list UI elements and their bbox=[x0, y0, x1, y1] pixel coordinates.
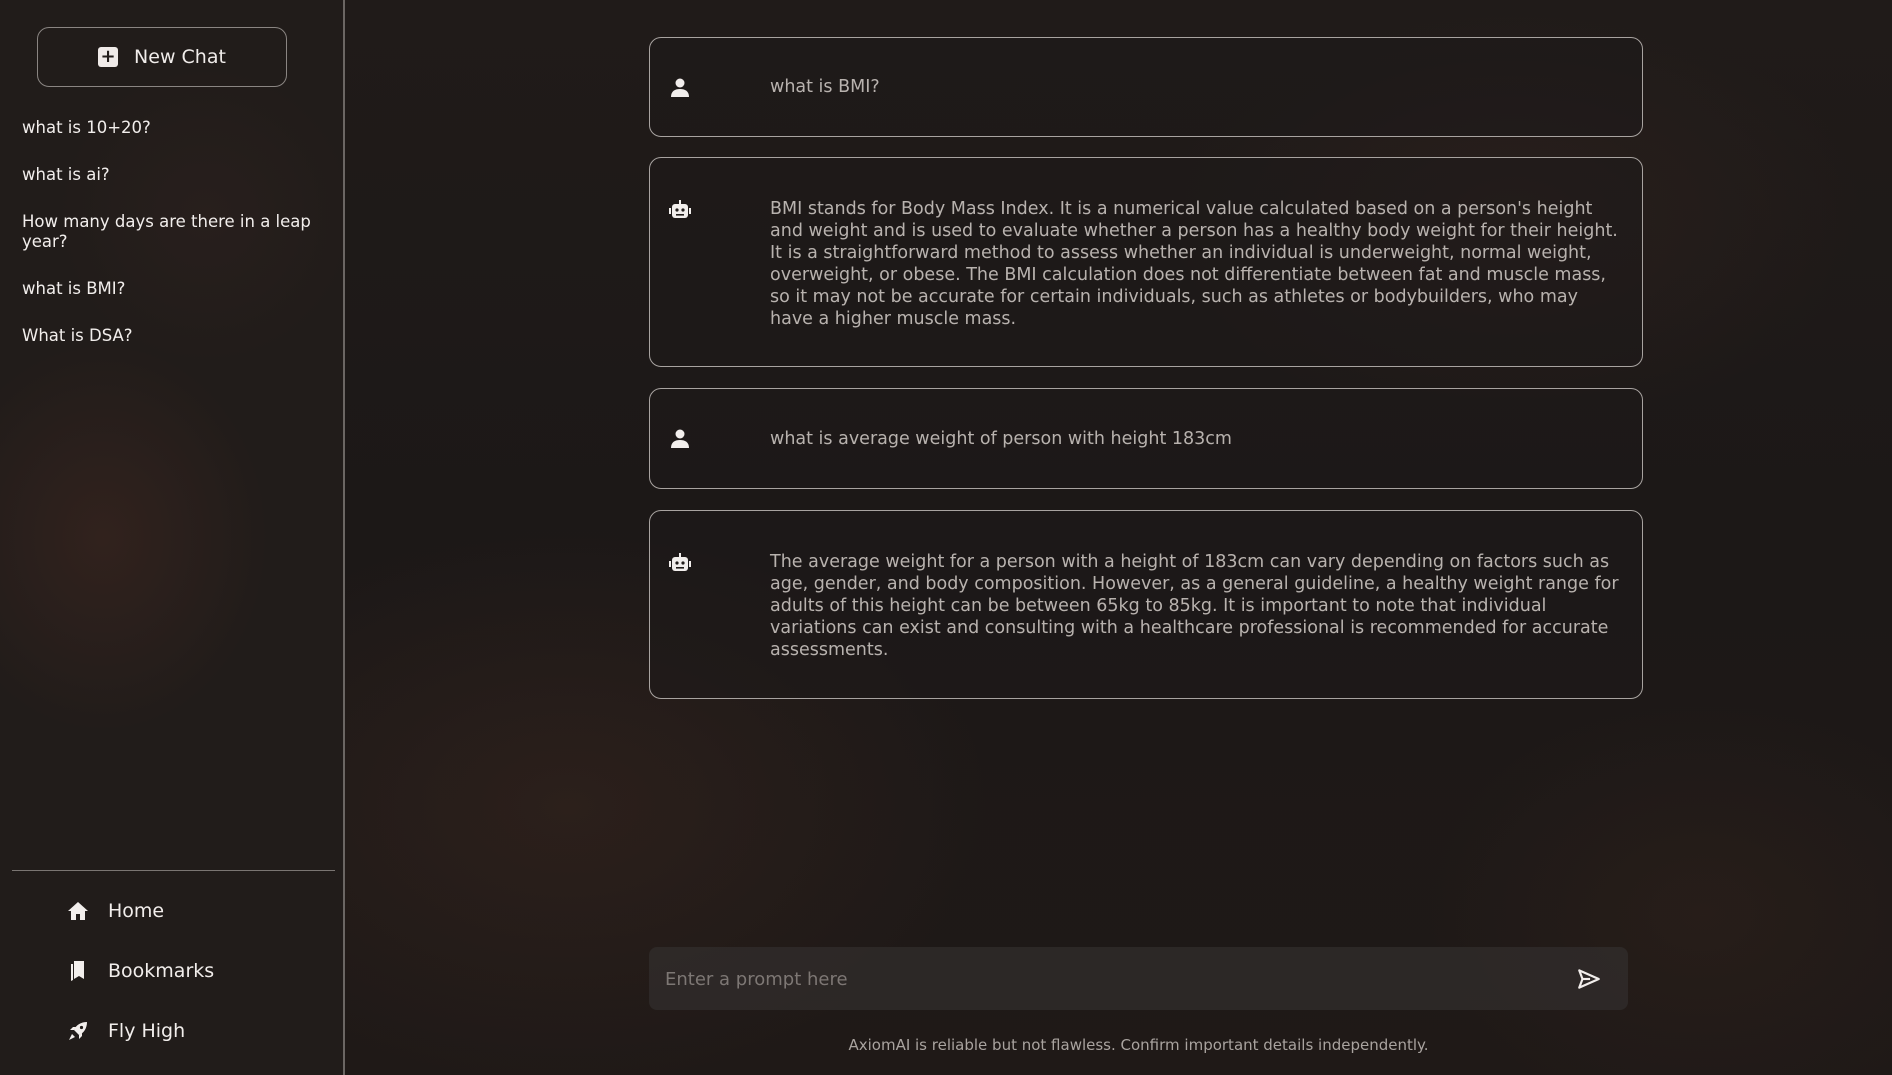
history-item[interactable]: what is ai? bbox=[22, 165, 322, 185]
prompt-bar bbox=[649, 947, 1628, 1012]
user-message: what is BMI? bbox=[649, 37, 1643, 137]
nav-home[interactable]: Home bbox=[66, 899, 164, 923]
bot-message: BMI stands for Body Mass Index. It is a … bbox=[649, 157, 1643, 367]
history-item[interactable]: How many days are there in a leap year? bbox=[22, 212, 322, 252]
nav-fly-high-label: Fly High bbox=[108, 1020, 186, 1042]
prompt-input[interactable] bbox=[663, 947, 1547, 1012]
disclaimer-text: AxiomAI is reliable but not flawless. Co… bbox=[848, 1036, 1429, 1054]
home-icon bbox=[68, 902, 88, 920]
message-text: The average weight for a person with a h… bbox=[770, 552, 1619, 660]
send-icon[interactable] bbox=[1576, 966, 1602, 992]
new-chat-label: New Chat bbox=[134, 46, 226, 68]
nav-home-label: Home bbox=[108, 900, 165, 922]
nav-bookmarks[interactable]: Bookmarks bbox=[66, 959, 214, 983]
history-item[interactable]: what is BMI? bbox=[22, 279, 322, 299]
plus-icon: + bbox=[98, 47, 119, 67]
history-item[interactable]: What is DSA? bbox=[22, 326, 322, 346]
history-item[interactable]: what is 10+20? bbox=[22, 118, 322, 138]
robot-icon bbox=[669, 200, 691, 218]
app-window: + New Chat what is 10+20? what is ai? Ho… bbox=[0, 0, 1892, 1075]
sidebar: + New Chat what is 10+20? what is ai? Ho… bbox=[0, 0, 345, 1075]
message-text: what is BMI? bbox=[770, 77, 880, 97]
chat-history-list: what is 10+20? what is ai? How many days… bbox=[22, 118, 322, 373]
user-icon bbox=[671, 429, 689, 448]
nav-fly-high[interactable]: Fly High bbox=[66, 1019, 185, 1043]
new-chat-button[interactable]: + New Chat bbox=[37, 27, 287, 87]
message-text: BMI stands for Body Mass Index. It is a … bbox=[770, 199, 1618, 329]
message-text: what is average weight of person with he… bbox=[770, 428, 1232, 449]
user-message: what is average weight of person with he… bbox=[649, 388, 1643, 489]
nav-bookmarks-label: Bookmarks bbox=[108, 960, 215, 982]
sidebar-divider bbox=[12, 870, 335, 871]
robot-icon bbox=[669, 553, 691, 571]
bot-message: The average weight for a person with a h… bbox=[649, 510, 1643, 699]
user-icon bbox=[671, 78, 689, 97]
bookmarks-icon bbox=[71, 961, 84, 981]
rocket-icon bbox=[69, 1022, 87, 1040]
